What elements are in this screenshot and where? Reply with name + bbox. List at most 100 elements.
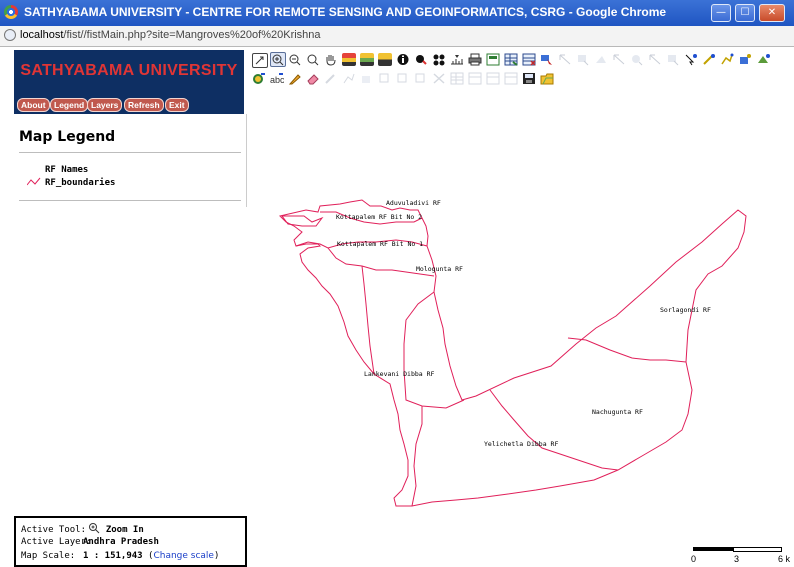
url-text[interactable]: localhost/fist//fistMain.php?site=Mangro… <box>20 29 321 41</box>
label-kottapalem-bit2: Kottapalem RF Bit No 2 <box>336 213 422 221</box>
map-scale-label: Map Scale: <box>21 551 76 561</box>
select-tool-2-icon[interactable] <box>576 53 590 66</box>
active-tool-row: Active Tool: Zoom In <box>21 522 144 537</box>
rf-boundary-spit <box>281 215 324 227</box>
map-canvas[interactable]: Aduvuladivi RF Kottapalem RF Bit No 2 Ko… <box>246 114 794 514</box>
layer-remove-icon[interactable] <box>360 53 374 66</box>
select-tool-1-icon[interactable] <box>558 53 572 66</box>
query-icon[interactable] <box>414 53 428 66</box>
label-mologunta-rf: Mologunta RF <box>416 265 463 273</box>
main-menu: About Legend Layers Refresh Exit <box>14 96 244 114</box>
zoom-in-tool-icon <box>88 522 100 537</box>
layer-edit-icon[interactable] <box>378 53 392 66</box>
active-layer-value: Andhra Pradesh <box>83 537 159 547</box>
exit-button[interactable]: Exit <box>165 98 189 112</box>
pan-hand-icon[interactable] <box>324 53 338 66</box>
window-title: SATHYABAMA UNIVERSITY - CENTRE FOR REMOT… <box>24 5 667 19</box>
rf-labels-layer: Aduvuladivi RF Kottapalem RF Bit No 2 Ko… <box>336 199 711 448</box>
eraser-icon[interactable] <box>306 72 320 85</box>
rf-boundary-sorlagondi <box>567 337 687 363</box>
about-button[interactable]: About <box>17 98 50 112</box>
zoom-out-icon[interactable] <box>288 53 302 66</box>
map-scale-row: Map Scale: 1 : 151,943 (Change scale) <box>21 551 220 561</box>
active-layer-label: Active Layer: <box>21 537 92 547</box>
grid-icon[interactable] <box>450 72 464 85</box>
zoom-in-icon[interactable] <box>270 52 286 67</box>
edit-point-icon[interactable] <box>702 53 716 66</box>
chrome-app-icon <box>4 5 18 19</box>
edit-disabled-1-icon[interactable] <box>324 72 338 85</box>
rf-boundary-nachugunta <box>489 389 619 471</box>
edit-disabled-5-icon[interactable] <box>396 72 410 85</box>
print-icon[interactable] <box>468 53 482 66</box>
edit-disabled-8-icon[interactable] <box>486 72 500 85</box>
refresh-button[interactable]: Refresh <box>124 98 164 112</box>
edit-line-icon[interactable] <box>720 53 734 66</box>
measure-icon[interactable] <box>450 53 464 66</box>
status-panel: Active Tool: Zoom In Active Layer:Andhra… <box>14 516 247 567</box>
rf-boundary-channel <box>361 265 375 375</box>
map-svg: Aduvuladivi RF Kottapalem RF Bit No 2 Ko… <box>279 199 747 507</box>
label-lankevani-dibba-rf: Lankevani Dibba RF <box>364 370 435 378</box>
delete-icon[interactable] <box>432 72 446 85</box>
layers-button[interactable]: Layers <box>87 98 123 112</box>
zoom-extent-icon[interactable] <box>252 53 268 68</box>
active-tool-label: Active Tool: <box>21 525 87 535</box>
label-yelichetla-dibba-rf: Yelichetla Dibba RF <box>484 440 558 448</box>
table-icon[interactable] <box>504 53 518 66</box>
legend-button[interactable]: Legend <box>50 98 89 112</box>
select-icon[interactable] <box>432 53 446 66</box>
window-title-bar: SATHYABAMA UNIVERSITY - CENTRE FOR REMOT… <box>0 0 794 26</box>
svg-text:abc: abc <box>270 75 284 85</box>
label-kottapalem-bit1: Kottapalem RF Bit No 1 <box>337 240 423 248</box>
scale-tick-6: 6 k <box>778 554 791 564</box>
edit-disabled-3-icon[interactable] <box>360 72 374 85</box>
zoom-previous-icon[interactable] <box>306 53 320 66</box>
active-tool-value: Zoom In <box>105 525 144 535</box>
select-tool-3-icon[interactable] <box>594 53 608 66</box>
open-folder-icon[interactable] <box>540 72 554 85</box>
select-tool-7-icon[interactable] <box>666 53 680 66</box>
layer-add-icon[interactable] <box>342 53 356 66</box>
url-host: localhost <box>20 29 64 41</box>
edit-disabled-7-icon[interactable] <box>468 72 482 85</box>
address-bar[interactable]: localhost/fist//fistMain.php?site=Mangro… <box>0 26 794 47</box>
edit-disabled-4-icon[interactable] <box>378 72 392 85</box>
active-layer-row: Active Layer:Andhra Pradesh <box>21 537 159 547</box>
rf-boundary-yelichetla <box>411 406 423 507</box>
scale-bar-dark-segment <box>693 547 733 551</box>
select-tool-8-icon[interactable] <box>684 53 698 66</box>
maximize-button[interactable]: ☐ <box>735 4 755 22</box>
close-button[interactable]: ✕ <box>759 4 785 22</box>
selection-arrow-icon[interactable] <box>540 53 554 66</box>
edit-disabled-2-icon[interactable] <box>342 72 356 85</box>
scale-bar: 0 3 6 k <box>690 546 794 565</box>
legend-title: Map Legend <box>19 129 116 145</box>
legend-divider <box>19 152 241 153</box>
select-tool-6-icon[interactable] <box>648 53 662 66</box>
label-icon[interactable]: abc <box>270 72 285 85</box>
edit-disabled-6-icon[interactable] <box>414 72 428 85</box>
rf-boundary-line-icon <box>27 177 41 186</box>
info-icon[interactable] <box>396 53 410 66</box>
export-map-icon[interactable] <box>486 53 500 66</box>
site-header: SATHYABAMA UNIVERSITY About Legend Layer… <box>14 50 244 114</box>
draw-icon[interactable] <box>288 72 302 85</box>
map-scale-value: 1 : 151,943 <box>83 551 143 561</box>
legend-panel: Map Legend RF Names RF_boundaries <box>14 114 247 207</box>
legend-divider-bottom <box>19 200 241 201</box>
edit-poly-icon[interactable] <box>738 53 752 66</box>
digitize-icon[interactable] <box>252 72 266 85</box>
select-tool-5-icon[interactable] <box>630 53 644 66</box>
select-tool-4-icon[interactable] <box>612 53 626 66</box>
legend-item-rf-boundaries: RF_boundaries <box>45 178 116 188</box>
report-icon[interactable] <box>522 53 536 66</box>
edit-disabled-9-icon[interactable] <box>504 72 518 85</box>
edit-vertex-icon[interactable] <box>756 53 770 66</box>
save-icon[interactable] <box>522 72 536 85</box>
globe-icon <box>4 29 16 41</box>
minimize-button[interactable]: — <box>711 4 731 22</box>
legend-item-rf-names: RF Names <box>45 165 89 175</box>
rf-boundary-lankevani <box>403 291 465 409</box>
change-scale-link[interactable]: Change scale <box>153 551 214 561</box>
